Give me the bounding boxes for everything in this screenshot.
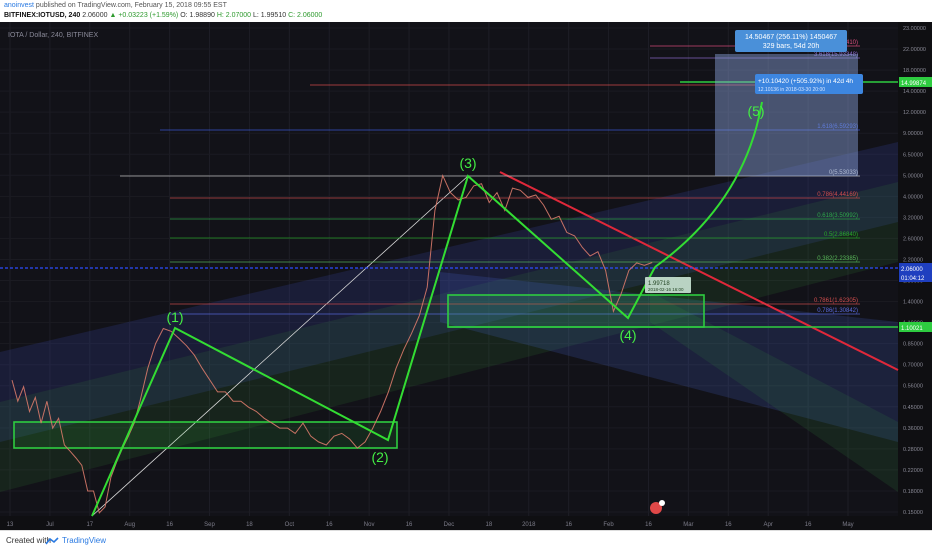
wave-label: (1): [166, 309, 183, 325]
y-tick-label: 2.60000: [903, 236, 923, 242]
y-tick-label: 3.20000: [903, 215, 923, 221]
y-tick-label: 18.00000: [903, 68, 926, 74]
x-tick-label: 16: [406, 522, 413, 528]
x-tick-label: 16: [725, 522, 732, 528]
low-value: L: 1.99510: [253, 12, 287, 19]
fib-level-label: 0.786(1.30842): [817, 308, 858, 314]
wave-label: (4): [619, 327, 636, 343]
y-tick-label: 0.22000: [903, 468, 923, 474]
publish-text: published on TradingView.com, February 1…: [35, 2, 227, 9]
price-chart[interactable]: 4.236(23.31410)3.618(15.93348)2.618(6.66…: [0, 22, 932, 530]
x-tick-label: 18: [486, 522, 493, 528]
y-tick-label: 0.56000: [903, 384, 923, 390]
last-price: 2.06000: [82, 12, 108, 19]
x-tick-label: 16: [645, 522, 652, 528]
fib-level-label: 0.5(2.86840): [824, 232, 858, 238]
x-tick-label: Dec: [444, 522, 455, 528]
chart-title: IOTA / Dollar, 240, BITFINEX: [8, 32, 98, 39]
x-tick-label: 18: [246, 522, 253, 528]
wave-label: (3): [459, 155, 476, 171]
x-tick-label: Oct: [285, 522, 295, 528]
fib-level-label: 0.7861(1.62305): [814, 298, 858, 304]
x-tick-label: 16: [565, 522, 572, 528]
close-value: C: 2.06000: [288, 12, 323, 19]
price-tag-label: 14.99874: [901, 81, 927, 87]
y-tick-label: 14.00000: [903, 89, 926, 95]
open-value: O: 1.98890: [180, 12, 215, 19]
x-tick-label: 2018: [522, 522, 536, 528]
y-tick-label: 0.85000: [903, 342, 923, 348]
price-tag-label: 01:04:12: [901, 276, 925, 282]
publish-info: anoinvest published on TradingView.com, …: [4, 2, 227, 9]
x-tick-label: Apr: [764, 522, 773, 528]
measure-line2: 329 bars, 54d 20h: [763, 43, 820, 50]
y-tick-label: 0.28000: [903, 447, 923, 453]
y-tick-label: 12.00000: [903, 110, 926, 116]
x-tick-label: 13: [7, 522, 14, 528]
symbol-label: BITFINEX:IOTUSD, 240: [4, 12, 81, 19]
point-line2: 2018-02-16 16:00: [648, 287, 684, 292]
price-tag-label: 1.10021: [901, 326, 923, 332]
y-tick-label: 0.18000: [903, 489, 923, 495]
fib-level-label: 0.382(2.23385): [817, 256, 858, 262]
event-count-icon: [659, 500, 665, 506]
high-value: H: 2.07000: [216, 12, 252, 19]
tradingview-brand[interactable]: TradingView: [62, 536, 106, 545]
chart-area[interactable]: 4.236(23.31410)3.618(15.93348)2.618(6.66…: [0, 22, 932, 530]
x-tick-label: Mar: [683, 522, 693, 528]
consolidation-box: [447, 294, 705, 328]
y-tick-label: 9.00000: [903, 131, 923, 137]
y-tick-label: 0.15000: [903, 510, 923, 516]
wave-label: (5): [747, 103, 764, 119]
price-change: ▲ +0.03223 (+1.59%): [109, 12, 179, 19]
x-tick-label: 16: [166, 522, 173, 528]
x-tick-label: Feb: [603, 522, 614, 528]
footer: Created with TradingView: [0, 530, 932, 551]
x-tick-label: May: [842, 522, 853, 528]
measure-area: [715, 54, 858, 176]
x-tick-label: 16: [805, 522, 812, 528]
x-tick-label: Aug: [124, 522, 135, 528]
y-tick-label: 0.36000: [903, 426, 923, 432]
fib-level-label: 0.618(3.50992): [817, 213, 858, 219]
author-link[interactable]: anoinvest: [4, 2, 34, 9]
y-tick-label: 22.00000: [903, 47, 926, 53]
tradingview-logo-icon: [45, 534, 59, 552]
ohlc-bar: BITFINEX:IOTUSD, 240 2.06000 ▲ +0.03223 …: [4, 12, 322, 19]
x-tick-label: Jul: [46, 522, 54, 528]
fib-level-label: 0.786(4.44169): [817, 192, 858, 198]
y-tick-label: 1.40000: [903, 300, 923, 306]
projection-line2: 12.10136 in 2018-03-30 20:00: [758, 87, 825, 93]
measure-line1: 14.50467 (256.11%) 1450467: [745, 34, 837, 41]
y-tick-label: 5.00000: [903, 173, 923, 179]
accumulation-box: [13, 421, 398, 449]
x-tick-label: Nov: [364, 522, 375, 528]
y-tick-label: 2.20000: [903, 257, 923, 263]
y-tick-label: 6.50000: [903, 152, 923, 158]
projection-line1: +10.10420 (+505.92%) in 42d 4h: [758, 78, 853, 85]
y-tick-label: 23.00000: [903, 26, 926, 32]
x-tick-label: Sep: [204, 522, 215, 528]
y-tick-label: 0.45000: [903, 405, 923, 411]
x-tick-label: 16: [326, 522, 333, 528]
y-tick-label: 0.70000: [903, 363, 923, 369]
y-tick-label: 4.00000: [903, 194, 923, 200]
chart-header: anoinvest published on TradingView.com, …: [0, 0, 932, 22]
wave-label: (2): [371, 449, 388, 465]
x-tick-label: 17: [86, 522, 93, 528]
